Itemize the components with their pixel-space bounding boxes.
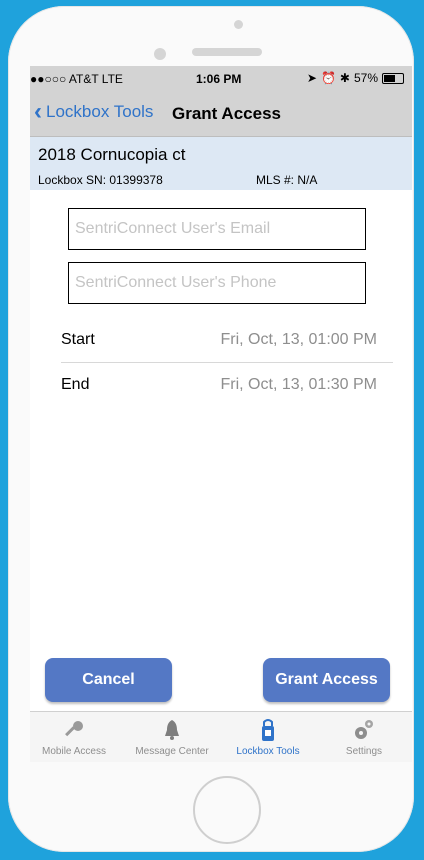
start-label: Start bbox=[61, 331, 95, 348]
tab-settings[interactable]: Settings bbox=[320, 712, 408, 762]
page-title: Grant Access bbox=[172, 104, 281, 123]
property-address: 2018 Cornucopia ct bbox=[38, 145, 186, 164]
clock: 1:06 PM bbox=[196, 72, 242, 86]
tab-label: Settings bbox=[345, 746, 383, 757]
phone-field[interactable] bbox=[68, 262, 366, 304]
start-time-row[interactable]: Start Fri, Oct, 13, 01:00 PM bbox=[61, 318, 393, 363]
alarm-icon: ⏰ bbox=[320, 71, 336, 85]
battery-icon bbox=[382, 72, 404, 84]
tab-label: Mobile Access bbox=[42, 746, 106, 757]
end-time-row[interactable]: End Fri, Oct, 13, 01:30 PM bbox=[61, 363, 393, 407]
bluetooth-icon: ✱ bbox=[339, 71, 350, 85]
lockbox-serial: Lockbox SN: 01399378 bbox=[38, 173, 163, 187]
key-icon bbox=[65, 721, 83, 737]
grant-access-button[interactable]: Grant Access bbox=[263, 658, 390, 702]
tab-mobile-access[interactable]: Mobile Access bbox=[30, 712, 118, 762]
tab-message-center[interactable]: Message Center bbox=[122, 712, 222, 762]
lockbox-icon bbox=[262, 719, 274, 741]
status-bar: ●●○○○ AT&T LTE 1:06 PM ➤ ⏰ ✱ 57% bbox=[30, 66, 412, 92]
carrier-signal: ●●○○○ AT&T LTE bbox=[30, 72, 123, 86]
app-screen: ●●○○○ AT&T LTE 1:06 PM ➤ ⏰ ✱ 57% ‹ Lockb… bbox=[30, 66, 412, 762]
chevron-left-icon: ‹ bbox=[34, 98, 42, 125]
tab-label: Message Center bbox=[135, 746, 209, 757]
gears-icon bbox=[355, 720, 373, 739]
bell-icon bbox=[165, 720, 179, 740]
end-value: Fri, Oct, 13, 01:30 PM bbox=[220, 376, 378, 393]
cancel-button[interactable]: Cancel bbox=[45, 658, 172, 702]
email-field[interactable] bbox=[68, 208, 366, 250]
mls-number: MLS #: N/A bbox=[256, 173, 318, 187]
property-info-panel: 2018 Cornucopia ct Lockbox SN: 01399378 … bbox=[30, 137, 412, 190]
start-value: Fri, Oct, 13, 01:00 PM bbox=[220, 331, 378, 348]
tab-bar: Mobile Access Message Center Lockbox Too… bbox=[30, 711, 412, 762]
earpiece-speaker bbox=[192, 48, 262, 56]
location-icon: ➤ bbox=[306, 71, 317, 85]
end-label: End bbox=[61, 376, 90, 393]
status-indicators: ➤ ⏰ ✱ 57% bbox=[307, 71, 404, 85]
home-button[interactable] bbox=[193, 776, 261, 844]
front-camera bbox=[154, 48, 166, 60]
battery-percent: 57% bbox=[353, 71, 378, 85]
navigation-bar: ‹ Lockbox Tools Grant Access bbox=[30, 92, 412, 137]
back-button[interactable]: ‹ Lockbox Tools bbox=[34, 98, 154, 125]
back-label: Lockbox Tools bbox=[46, 102, 154, 121]
tab-lockbox-tools[interactable]: Lockbox Tools bbox=[224, 712, 312, 762]
sensor-dot bbox=[234, 20, 243, 29]
tab-label: Lockbox Tools bbox=[236, 746, 300, 757]
